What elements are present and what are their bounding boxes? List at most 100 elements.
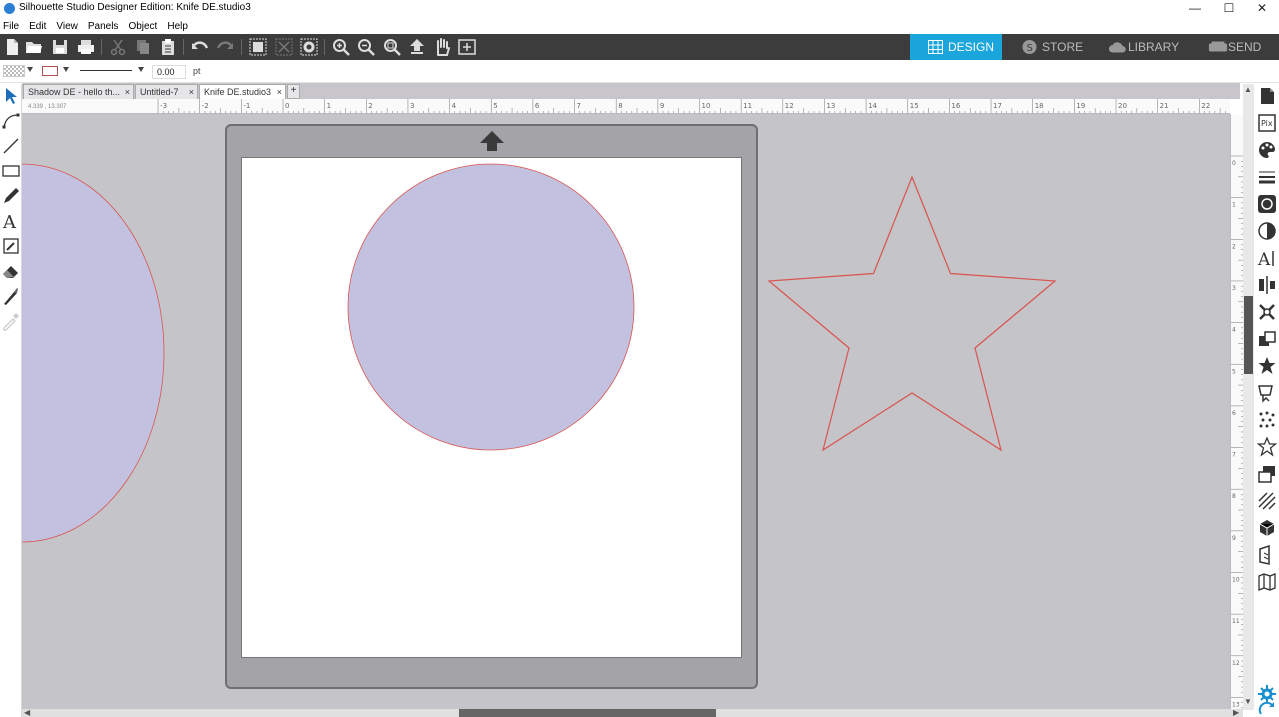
paste-icon[interactable] bbox=[159, 38, 177, 56]
zoom-out-icon[interactable] bbox=[357, 38, 375, 56]
add-page-icon[interactable] bbox=[458, 38, 476, 56]
edit-points-icon[interactable] bbox=[1, 111, 21, 131]
line-style-preview[interactable] bbox=[80, 70, 132, 71]
pencil-tool-icon[interactable] bbox=[1, 186, 21, 206]
star-shape[interactable] bbox=[766, 175, 1058, 453]
line-style-icon[interactable] bbox=[1257, 167, 1277, 187]
menu-help[interactable]: Help bbox=[162, 19, 193, 34]
page-setup-icon[interactable] bbox=[1257, 86, 1277, 106]
print-icon[interactable] bbox=[77, 38, 95, 56]
scroll-up-icon[interactable]: ▲ bbox=[1244, 86, 1252, 94]
tab-store[interactable]: S STORE bbox=[1004, 34, 1094, 60]
line-color-swatch[interactable] bbox=[42, 66, 58, 76]
open-folder-icon[interactable] bbox=[25, 38, 43, 56]
tab-design[interactable]: DESIGN bbox=[910, 34, 1002, 60]
menu-object[interactable]: Object bbox=[123, 19, 162, 34]
menu-file[interactable]: File bbox=[0, 19, 24, 34]
ruler-label: 18 bbox=[1035, 102, 1044, 110]
3d-cube-icon[interactable] bbox=[1257, 545, 1277, 565]
chevron-down-icon[interactable] bbox=[63, 67, 69, 72]
ruler-label: 9 bbox=[1232, 535, 1236, 542]
menu-panels[interactable]: Panels bbox=[83, 19, 124, 34]
knife-tool-icon[interactable] bbox=[1, 286, 21, 306]
right-panel-bar: Pix A bbox=[1255, 84, 1279, 717]
eyedropper-icon[interactable] bbox=[1, 311, 21, 331]
horizontal-scrollbar[interactable]: ◀ ▶ bbox=[22, 709, 1243, 717]
group-icon[interactable] bbox=[249, 38, 267, 56]
fill-pattern-icon[interactable] bbox=[1257, 518, 1277, 538]
text-style-icon[interactable]: A bbox=[1257, 248, 1277, 268]
redo-icon[interactable] bbox=[216, 38, 234, 56]
ruler-label: 7 bbox=[1232, 452, 1236, 459]
new-document-icon[interactable] bbox=[3, 38, 21, 56]
ruler-label: -1 bbox=[243, 102, 250, 110]
align-icon[interactable] bbox=[1257, 275, 1277, 295]
add-tab-button[interactable]: + bbox=[287, 84, 300, 99]
sync-icon[interactable] bbox=[1257, 700, 1277, 717]
vertical-scrollbar[interactable]: ▲ ▼ bbox=[1243, 84, 1254, 710]
modify-icon[interactable] bbox=[1257, 356, 1277, 376]
pixscan-icon[interactable]: Pix bbox=[1257, 113, 1277, 133]
fill-gradient-icon[interactable] bbox=[1257, 221, 1277, 241]
scroll-down-icon[interactable]: ▼ bbox=[1244, 698, 1252, 706]
fill-pattern-swatch[interactable] bbox=[3, 65, 25, 77]
rectangle-tool-icon[interactable] bbox=[1, 161, 21, 181]
save-icon[interactable] bbox=[51, 38, 69, 56]
layers-icon[interactable] bbox=[1257, 464, 1277, 484]
menu-edit[interactable]: Edit bbox=[24, 19, 51, 34]
offset-tool-icon[interactable] bbox=[1, 236, 21, 256]
doc-tab-knife[interactable]: Knife DE.studio3 × bbox=[199, 84, 286, 99]
design-canvas[interactable] bbox=[22, 114, 1230, 709]
library-icon[interactable] bbox=[1257, 572, 1277, 592]
ruler-ticks: 012345678910111213 bbox=[1231, 155, 1243, 708]
scroll-right-icon[interactable]: ▶ bbox=[1233, 709, 1239, 717]
tab-library[interactable]: LIBRARY bbox=[1090, 34, 1190, 60]
trace-icon[interactable] bbox=[1257, 194, 1277, 214]
transform-icon[interactable] bbox=[1257, 329, 1277, 349]
trace-panel-icon[interactable] bbox=[1257, 410, 1277, 430]
ruler-label: 6 bbox=[1232, 410, 1236, 417]
ellipse-shape[interactable] bbox=[22, 162, 172, 544]
minimize-button[interactable]: — bbox=[1178, 0, 1212, 18]
ruler-label: 2 bbox=[368, 102, 372, 110]
zoom-in-icon[interactable] bbox=[332, 38, 350, 56]
menu-view[interactable]: View bbox=[51, 19, 83, 34]
copy-icon[interactable] bbox=[134, 38, 152, 56]
doc-tab-untitled[interactable]: Untitled-7 × bbox=[135, 84, 198, 99]
maximize-button[interactable]: ☐ bbox=[1212, 0, 1246, 18]
text-tool-icon[interactable]: A bbox=[1, 211, 21, 231]
sketch-icon[interactable] bbox=[1257, 491, 1277, 511]
doc-tab-label: Knife DE.studio3 bbox=[204, 87, 272, 97]
select-arrow-icon[interactable] bbox=[1, 86, 21, 106]
undo-icon[interactable] bbox=[191, 38, 209, 56]
shapes-icon[interactable] bbox=[1257, 437, 1277, 457]
chevron-down-icon[interactable] bbox=[138, 67, 144, 72]
close-tab-icon[interactable]: × bbox=[125, 85, 130, 99]
eraser-icon[interactable] bbox=[1, 261, 21, 281]
fit-to-page-icon[interactable] bbox=[408, 38, 426, 56]
offset-icon[interactable] bbox=[1257, 383, 1277, 403]
chevron-down-icon[interactable] bbox=[27, 67, 33, 72]
scroll-left-icon[interactable]: ◀ bbox=[24, 709, 30, 717]
tab-store-label: STORE bbox=[1042, 40, 1084, 54]
horizontal-scroll-thumb[interactable] bbox=[459, 709, 716, 717]
menu-bar: File Edit View Panels Object Help bbox=[0, 19, 193, 34]
zoom-select-icon[interactable] bbox=[383, 38, 401, 56]
cut-icon[interactable] bbox=[109, 38, 127, 56]
close-button[interactable]: ✕ bbox=[1245, 0, 1279, 18]
pan-hand-icon[interactable] bbox=[433, 38, 451, 56]
vertical-scroll-thumb[interactable] bbox=[1244, 296, 1253, 374]
replicate-icon[interactable] bbox=[1257, 302, 1277, 322]
circle-shape[interactable] bbox=[346, 162, 636, 452]
ungroup-icon[interactable] bbox=[275, 38, 293, 56]
close-tab-icon[interactable]: × bbox=[189, 85, 194, 99]
fill-color-icon[interactable] bbox=[1257, 140, 1277, 160]
tab-send[interactable]: SEND bbox=[1190, 34, 1279, 60]
close-tab-icon[interactable]: × bbox=[277, 85, 282, 99]
ruler-label: 10 bbox=[1232, 577, 1240, 584]
line-tool-icon[interactable] bbox=[1, 136, 21, 156]
doc-tab-shadow[interactable]: Shadow DE - hello th... × bbox=[23, 84, 134, 99]
compound-path-icon[interactable] bbox=[300, 38, 318, 56]
line-weight-input[interactable]: 0.00 bbox=[152, 65, 186, 79]
ruler-label: 21 bbox=[1160, 102, 1169, 110]
